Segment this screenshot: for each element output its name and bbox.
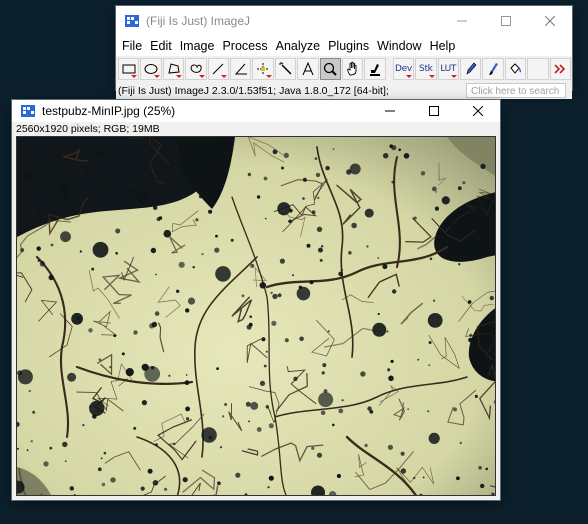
menu-edit[interactable]: Edit	[146, 36, 176, 56]
dev-label: Dev	[394, 64, 412, 74]
wand-tool[interactable]	[274, 58, 297, 80]
menu-file[interactable]: File	[118, 36, 146, 56]
image-window-title: testpubz-MinIP.jpg (25%)	[42, 104, 176, 118]
angle-icon	[234, 63, 247, 75]
angle-tool[interactable]	[230, 58, 252, 80]
image-close-button[interactable]	[456, 100, 500, 122]
tool-bar: Dev Stk LUT	[116, 56, 572, 82]
search-input[interactable]: Click here to search	[466, 83, 566, 98]
more-tools-button[interactable]	[549, 58, 571, 80]
color-picker-tool[interactable]	[364, 58, 386, 80]
zoom-tool[interactable]	[319, 58, 342, 80]
hand-icon	[346, 61, 357, 76]
pencil-icon	[466, 62, 477, 75]
text-tool[interactable]	[297, 58, 319, 80]
menu-bar: File Edit Image Process Analyze Plugins …	[116, 36, 572, 56]
stk-tool[interactable]: Stk	[415, 58, 437, 80]
magnifier-icon	[324, 62, 338, 76]
close-icon	[473, 106, 483, 116]
brush-icon	[489, 63, 499, 75]
image-canvas[interactable]	[16, 136, 496, 496]
main-titlebar[interactable]: (Fiji Is Just) ImageJ	[116, 6, 572, 36]
image-window: testpubz-MinIP.jpg (25%) 2560x1920 pixel…	[12, 100, 500, 500]
menu-plugins[interactable]: Plugins	[324, 36, 373, 56]
minimize-button[interactable]	[440, 6, 484, 36]
polygon-tool[interactable]	[162, 58, 185, 80]
fiji-app-icon	[125, 15, 139, 27]
menu-window[interactable]: Window	[373, 36, 425, 56]
close-button[interactable]	[528, 6, 572, 36]
image-titlebar[interactable]: testpubz-MinIP.jpg (25%)	[12, 100, 500, 122]
image-maximize-button[interactable]	[412, 100, 456, 122]
text-icon	[302, 61, 314, 76]
magic-wand-icon	[278, 62, 292, 75]
flood-fill-icon	[510, 63, 522, 74]
double-chevron-right-icon	[554, 64, 566, 74]
image-info: 2560x1920 pixels; RGB; 19MB	[12, 122, 500, 136]
close-icon	[545, 16, 555, 26]
maximize-button[interactable]	[484, 6, 528, 36]
fiji-app-icon	[21, 105, 35, 117]
microscope-icon	[370, 64, 381, 76]
minimize-icon	[385, 110, 395, 112]
maximize-icon	[429, 106, 439, 116]
hand-tool[interactable]	[342, 58, 364, 80]
minimize-icon	[457, 20, 467, 22]
imagej-main-window: (Fiji Is Just) ImageJ File Edit Image Pr…	[116, 6, 572, 99]
brush-tool[interactable]	[482, 58, 504, 80]
flood-fill-tool[interactable]	[504, 58, 527, 80]
freehand-tool[interactable]	[185, 58, 207, 80]
main-window-title: (Fiji Is Just) ImageJ	[146, 14, 251, 28]
image-minimize-button[interactable]	[368, 100, 412, 122]
point-tool[interactable]	[252, 58, 274, 80]
status-text: (Fiji Is Just) ImageJ 2.3.0/1.53f51; Jav…	[118, 84, 389, 97]
menu-help[interactable]: Help	[426, 36, 460, 56]
blank-tool[interactable]	[527, 58, 549, 80]
rectangle-tool[interactable]	[118, 58, 140, 80]
micrograph-image	[17, 137, 495, 495]
menu-analyze[interactable]: Analyze	[272, 36, 324, 56]
menu-image[interactable]: Image	[176, 36, 219, 56]
lut-tool[interactable]: LUT	[437, 58, 459, 80]
dev-tool[interactable]: Dev	[392, 58, 415, 80]
menu-process[interactable]: Process	[218, 36, 271, 56]
pencil-tool[interactable]	[459, 58, 482, 80]
line-tool[interactable]	[207, 58, 230, 80]
maximize-icon	[501, 16, 511, 26]
oval-tool[interactable]	[140, 58, 162, 80]
stk-label: Stk	[419, 64, 433, 74]
lut-label: LUT	[440, 64, 457, 74]
status-bar: (Fiji Is Just) ImageJ 2.3.0/1.53f51; Jav…	[116, 82, 572, 99]
